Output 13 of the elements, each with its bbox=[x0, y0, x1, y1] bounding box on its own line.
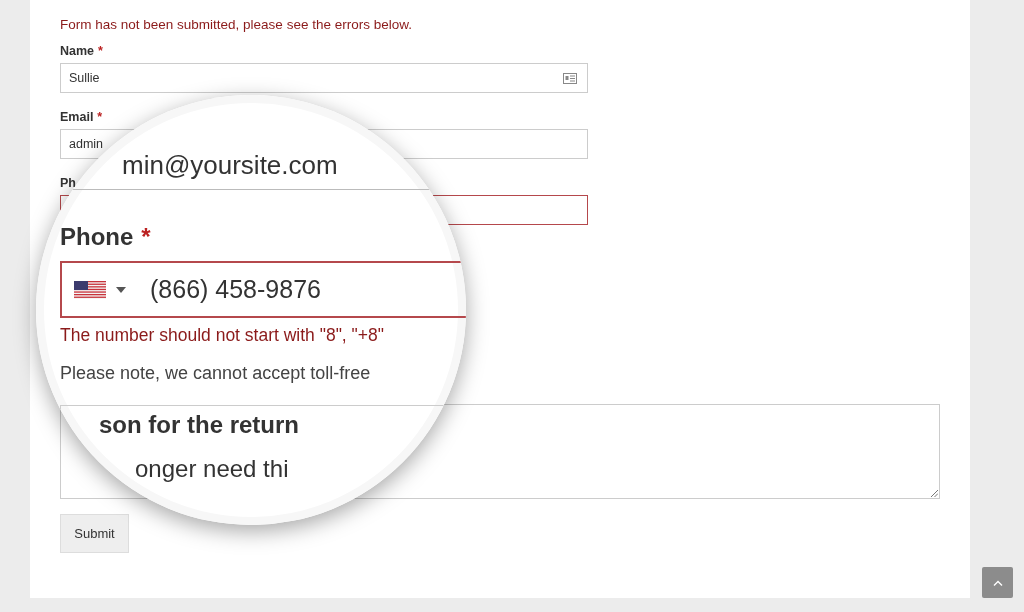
required-mark: * bbox=[98, 43, 103, 59]
textarea-text: onger need thi bbox=[135, 455, 289, 482]
help-text: Please note, we cannot accept toll-free bbox=[60, 363, 371, 383]
required-mark: * bbox=[97, 109, 103, 125]
field-label: Ph bbox=[60, 175, 76, 191]
error-message: The number should not start with "8", "+8" bbox=[60, 325, 384, 345]
required-mark: * bbox=[141, 223, 151, 251]
error-notice: Form has not been submitted, please see the errors below. bbox=[60, 17, 412, 32]
phone-label: Phone bbox=[60, 223, 134, 251]
phone-value: (866) 458-9876 bbox=[150, 275, 321, 304]
field-label: Email bbox=[60, 109, 94, 125]
textarea-heading: son for the return bbox=[99, 411, 299, 438]
field-label: Name bbox=[60, 43, 95, 59]
